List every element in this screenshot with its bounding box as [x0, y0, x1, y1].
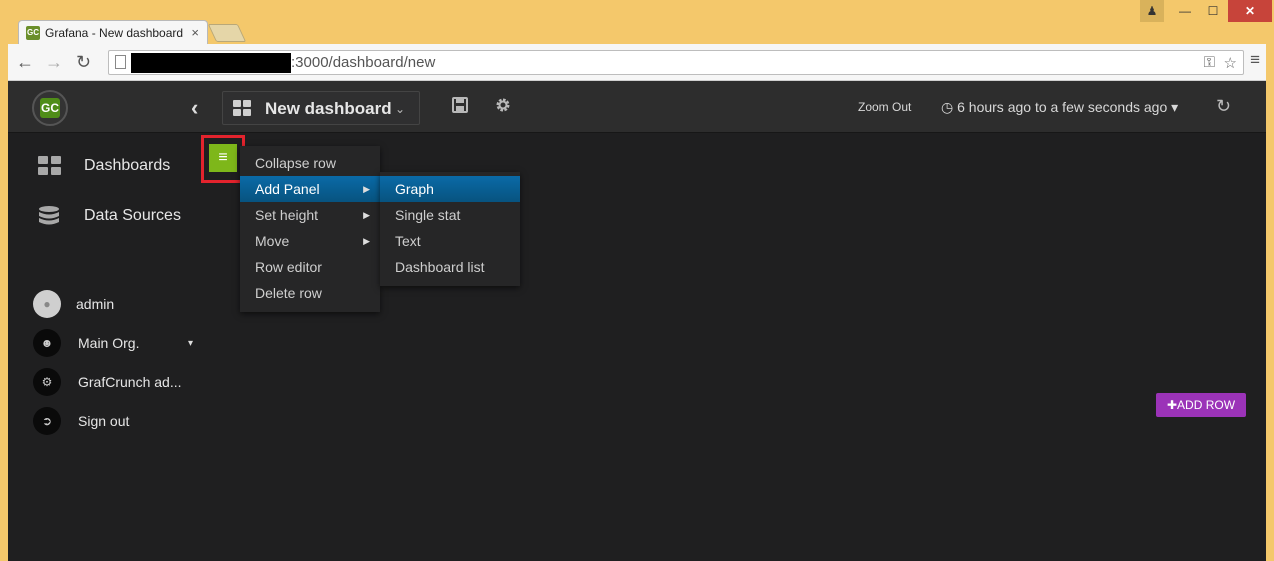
sidemenu-item-dashboards[interactable]: Dashboards [8, 147, 208, 187]
page-icon [115, 55, 126, 69]
browser-toolbar: ← → ↻ :3000/dashboard/new ⚿ ☆ ≡ [8, 44, 1266, 81]
menu-item-label: Add Panel [255, 181, 320, 197]
users-icon: ☻ [33, 329, 61, 357]
save-icon[interactable] [452, 97, 468, 118]
sidemenu: Dashboards Data Sources ● admin ☻ Main O… [8, 133, 208, 561]
caret-down-icon: ⌄ [395, 102, 406, 116]
gear-icon[interactable] [495, 97, 511, 118]
tab-title: Grafana - New dashboard [45, 26, 184, 40]
menu-item-delete-row[interactable]: Delete row [240, 280, 380, 306]
menu-item-add-panel[interactable]: Add Panel ▶ [240, 176, 380, 202]
user-profile-icon[interactable]: ♟ [1140, 0, 1164, 22]
menu-item-label: Delete row [255, 285, 322, 301]
minimize-button[interactable]: — [1170, 0, 1200, 22]
sign-out-icon: ➲ [33, 407, 61, 435]
row-menu-highlight: ≡ [201, 135, 245, 183]
tab-close-icon[interactable]: × [191, 25, 199, 40]
top-navbar: GC ‹ New dashboard ⌄ Zoom Out ◷ 6 hours … [8, 81, 1266, 133]
caret-right-icon: ▶ [363, 184, 370, 194]
zoom-out-button[interactable]: Zoom Out [858, 100, 911, 114]
menu-item-label: Row editor [255, 259, 322, 275]
redacted-host [131, 53, 291, 73]
grid-icon [233, 100, 253, 118]
dashboard-title: New dashboard [265, 99, 392, 118]
menu-item-move[interactable]: Move ▶ [240, 228, 380, 254]
new-tab-button[interactable] [207, 24, 247, 42]
gear-icon: ⚙ [33, 368, 61, 396]
sidemenu-label: Dashboards [84, 157, 171, 174]
browser-window: GC Grafana - New dashboard × ♟ — ☐ ✕ ← →… [0, 0, 1274, 561]
sidemenu-item-data-sources[interactable]: Data Sources [8, 197, 208, 237]
sidemenu-label: Data Sources [84, 207, 181, 224]
bookmark-star-icon[interactable]: ☆ [1224, 54, 1237, 72]
address-bar[interactable]: :3000/dashboard/new ⚿ ☆ [108, 50, 1244, 75]
add-panel-submenu: Graph Single stat Text Dashboard list [380, 172, 520, 286]
refresh-icon[interactable]: ↻ [1216, 96, 1231, 117]
browser-tab[interactable]: GC Grafana - New dashboard × [18, 20, 208, 44]
title-bar: GC Grafana - New dashboard × ♟ — ☐ ✕ [0, 0, 1274, 44]
caret-down-icon: ▾ [1171, 99, 1179, 115]
sidemenu-user-profile[interactable]: ● admin [8, 286, 208, 320]
sidemenu-org-switcher[interactable]: ☻ Main Org. ▾ [8, 325, 208, 359]
caret-right-icon: ▶ [363, 236, 370, 246]
menu-item-label: Move [255, 233, 290, 249]
menu-item-label: Collapse row [255, 155, 336, 171]
submenu-item-text[interactable]: Text [380, 228, 520, 254]
back-arrow-icon[interactable]: ← [16, 52, 34, 73]
avatar: ● [33, 290, 61, 318]
grafana-favicon-icon: GC [26, 26, 40, 40]
org-name: Main Org. [78, 335, 140, 351]
menu-item-row-editor[interactable]: Row editor [240, 254, 380, 280]
browser-menu-icon[interactable]: ≡ [1250, 50, 1260, 70]
menu-item-set-height[interactable]: Set height ▶ [240, 202, 380, 228]
username: admin [76, 296, 115, 312]
sidemenu-sign-out[interactable]: ➲ Sign out [8, 403, 208, 437]
database-icon [38, 206, 62, 228]
logo-text: GC [40, 98, 60, 118]
close-window-button[interactable]: ✕ [1228, 0, 1272, 22]
caret-right-icon: ▶ [363, 210, 370, 220]
caret-down-icon: ▾ [188, 338, 194, 349]
forward-arrow-icon[interactable]: → [45, 52, 63, 73]
sidemenu-admin-link[interactable]: ⚙ GrafCrunch ad... [8, 364, 208, 398]
submenu-item-single-stat[interactable]: Single stat [380, 202, 520, 228]
grid-icon [38, 156, 62, 178]
sign-out-label: Sign out [78, 413, 130, 429]
submenu-item-graph[interactable]: Graph [380, 176, 520, 202]
reload-icon[interactable]: ↻ [76, 52, 91, 73]
row-menu-button[interactable]: ≡ [209, 144, 237, 172]
row-context-menu: Collapse row Add Panel ▶ Set height ▶ Move… [240, 146, 380, 312]
maximize-button[interactable]: ☐ [1200, 0, 1226, 22]
grafana-logo[interactable]: GC [32, 90, 68, 126]
dashboard-picker-button[interactable]: New dashboard ⌄ [222, 91, 420, 125]
key-icon[interactable]: ⚿ [1204, 54, 1215, 71]
menu-item-label: Set height [255, 207, 319, 223]
submenu-item-dashboard-list[interactable]: Dashboard list [380, 254, 520, 280]
clock-icon: ◷ [941, 99, 954, 115]
url-text: :3000/dashboard/new [291, 54, 436, 71]
admin-link-label: GrafCrunch ad... [78, 374, 182, 390]
time-range-label: 6 hours ago to a few seconds ago [957, 99, 1168, 115]
grafana-app: GC ‹ New dashboard ⌄ Zoom Out ◷ 6 hours … [8, 81, 1266, 561]
chevron-left-icon[interactable]: ‹ [191, 95, 198, 121]
time-range-picker[interactable]: ◷ 6 hours ago to a few seconds ago ▾ [941, 99, 1178, 116]
add-row-button[interactable]: ✚ADD ROW [1156, 393, 1246, 417]
menu-item-collapse-row[interactable]: Collapse row [240, 150, 380, 176]
